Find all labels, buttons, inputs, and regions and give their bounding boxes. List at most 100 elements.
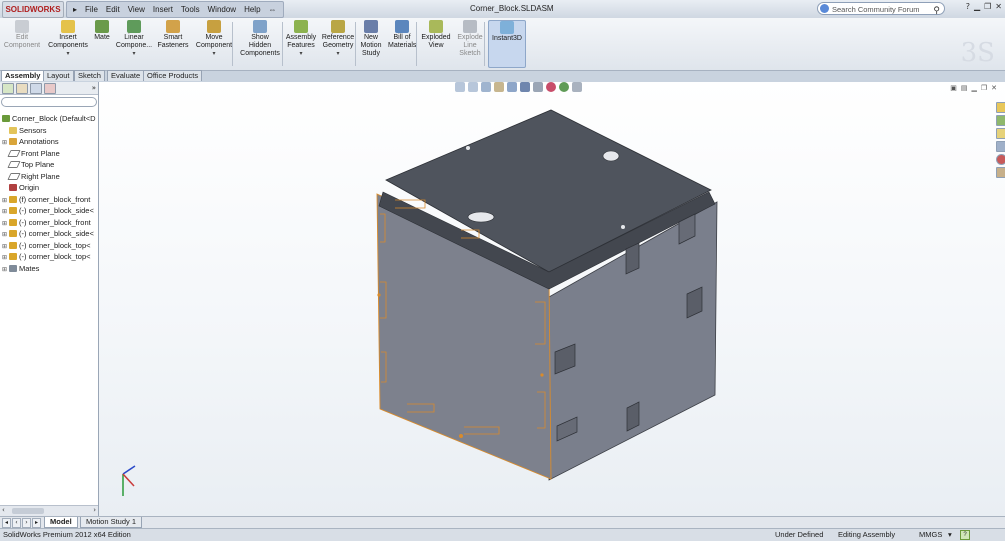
tree-node[interactable]: ⊞ Annotations [0,136,98,148]
property-manager-tab-icon[interactable] [16,82,28,94]
units-selector[interactable]: MMGS [919,529,942,541]
horizontal-scrollbar[interactable]: ‹ › [0,505,98,516]
minimize-icon[interactable]: ▁ [974,2,980,11]
feature-tree: Corner_Block (Default<D Sensors ⊞ Annotatio… [0,113,98,274]
menu-insert[interactable]: Insert [150,5,176,14]
cmd-label: Component [3,42,41,49]
close-icon[interactable]: ✕ [995,2,1002,11]
scroll-right-icon[interactable]: › [93,506,96,514]
cmd-assembly-features-button[interactable]: Assembly Features ▾ [285,20,317,58]
tree-node[interactable]: Origin [0,182,98,194]
units-dropdown-icon[interactable]: ▾ [948,529,952,541]
cmd-reference-geometry-button[interactable]: Reference Geometry ▾ [320,20,356,58]
cmd-label: Edit [15,34,29,41]
feature-manager-toolbar: » [0,82,98,95]
assembly-icon [2,115,10,122]
cmd-label: Components [48,42,88,49]
tab-office-products[interactable]: Office Products [143,70,203,81]
help-status-icon[interactable]: ? [960,530,970,540]
scroll-left-icon[interactable]: ‹ [2,506,5,514]
cmd-move-component-button[interactable]: Move Component ▾ [193,20,235,58]
cmd-label: Features [287,42,315,49]
coordinate-triad [122,465,136,496]
bottom-tab-model[interactable]: Model [44,517,78,528]
bottom-tab-motion-study-1[interactable]: Motion Study 1 [80,517,143,528]
show-hidden-icon [253,20,267,33]
feature-tree-tab-icon[interactable] [2,82,14,94]
menu-pin-icon[interactable]: ▸ [70,5,80,14]
menu-tools[interactable]: Tools [178,5,203,14]
dropdown-arrow-icon[interactable]: ▾ [320,50,356,58]
part-icon [9,253,17,260]
magnifier-icon[interactable]: ⚲ [933,4,940,17]
tree-node-label: Front Plane [21,148,60,158]
cmd-explode-line-sketch-button[interactable]: Explode Line Sketch [456,20,484,58]
solidworks-logo[interactable]: SOLIDWORKS [2,1,64,18]
cmd-instant3d-button[interactable]: Instant3D [488,20,526,68]
cmd-linear-pattern-button[interactable]: Linear Compone... ▾ [115,20,153,58]
cmd-smart-fasteners-button[interactable]: Smart Fasteners [156,20,190,50]
cmd-show-hidden-button[interactable]: Show Hidden Components [238,20,282,58]
part-icon [9,207,17,214]
cmd-mate-button[interactable]: Mate [92,20,112,42]
cube-model[interactable] [99,82,1005,516]
last-tab-icon[interactable]: ▸ [32,518,41,528]
exploded-view-icon [429,20,443,33]
tree-node[interactable]: ⊞ (-) corner_block_top< [0,240,98,252]
graphics-area[interactable]: ▣ ▤ ▁ ❐ ✕ [99,82,1005,516]
tab-assembly[interactable]: Assembly [1,70,45,81]
menu-file[interactable]: File [82,5,101,14]
tree-node[interactable]: Front Plane [0,148,98,160]
dropdown-arrow-icon[interactable]: ▾ [46,50,90,58]
next-tab-icon[interactable]: › [22,518,31,528]
tree-node[interactable]: ⊞ (-) corner_block_front [0,217,98,229]
command-manager: 3S Edit Component Insert Components ▾ Mate Lin… [0,18,1005,71]
cmd-label: Explode [457,34,483,41]
tree-node[interactable]: ⊞ (-) corner_block_side< [0,228,98,240]
tree-node-label: Origin [19,183,40,192]
dropdown-arrow-icon[interactable]: ▾ [193,50,235,58]
cmd-edit-component-button[interactable]: Edit Component [2,20,42,50]
tree-filter-input[interactable] [1,97,97,107]
prev-tab-icon[interactable]: ‹ [12,518,21,528]
help-icon[interactable]: ? [966,2,970,11]
configuration-manager-tab-icon[interactable] [30,82,42,94]
tree-node[interactable]: Corner_Block (Default<D [0,113,98,125]
tree-node[interactable]: Right Plane [0,171,98,183]
part-icon [9,241,17,249]
scroll-thumb[interactable] [12,508,44,514]
reference-geometry-icon [331,20,345,33]
cmd-exploded-view-button[interactable]: Exploded View [420,20,452,50]
menu-edit[interactable]: Edit [103,5,123,14]
expand-panel-icon[interactable]: » [92,84,96,92]
tree-node[interactable]: ⊞ (-) corner_block_top< [0,251,98,263]
tree-node-label: Right Plane [21,171,60,181]
tree-node[interactable]: Sensors [0,125,98,137]
tab-evaluate[interactable]: Evaluate [107,70,145,81]
tab-sketch[interactable]: Sketch [74,70,105,81]
tab-layout[interactable]: Layout [43,70,74,81]
toolbar-separator [282,22,283,66]
menu-window[interactable]: Window [205,5,239,14]
insert-components-icon [61,20,75,33]
cmd-bill-of-materials-button[interactable]: Bill of Materials [388,20,416,50]
dropdown-arrow-icon[interactable]: ▾ [115,50,153,58]
dropdown-arrow-icon[interactable]: ▾ [285,50,317,58]
ds-logo-icon: 3S [960,38,995,68]
edit-component-icon [15,20,29,33]
tree-node[interactable]: ⊞ Mates [0,263,98,275]
menu-pushpin-icon[interactable]: ⇔ [266,5,280,14]
tree-node[interactable]: ⊞ (-) corner_block_side< [0,205,98,217]
cmd-new-motion-study-button[interactable]: New Motion Study [360,20,382,58]
first-tab-icon[interactable]: ◂ [2,518,11,528]
restore-icon[interactable]: ❐ [984,2,991,11]
cmd-label: Materials [388,42,417,49]
menu-view[interactable]: View [125,5,148,14]
display-manager-tab-icon[interactable] [44,82,56,94]
menu-help[interactable]: Help [241,5,263,14]
expand-node-icon[interactable]: ⊞ [2,265,9,277]
search-input[interactable]: Search Community Forum ⚲ [817,2,945,15]
tree-node[interactable]: Top Plane [0,159,98,171]
tree-node[interactable]: ⊞ (f) corner_block_front [0,194,98,206]
cmd-insert-components-button[interactable]: Insert Components ▾ [46,20,90,58]
